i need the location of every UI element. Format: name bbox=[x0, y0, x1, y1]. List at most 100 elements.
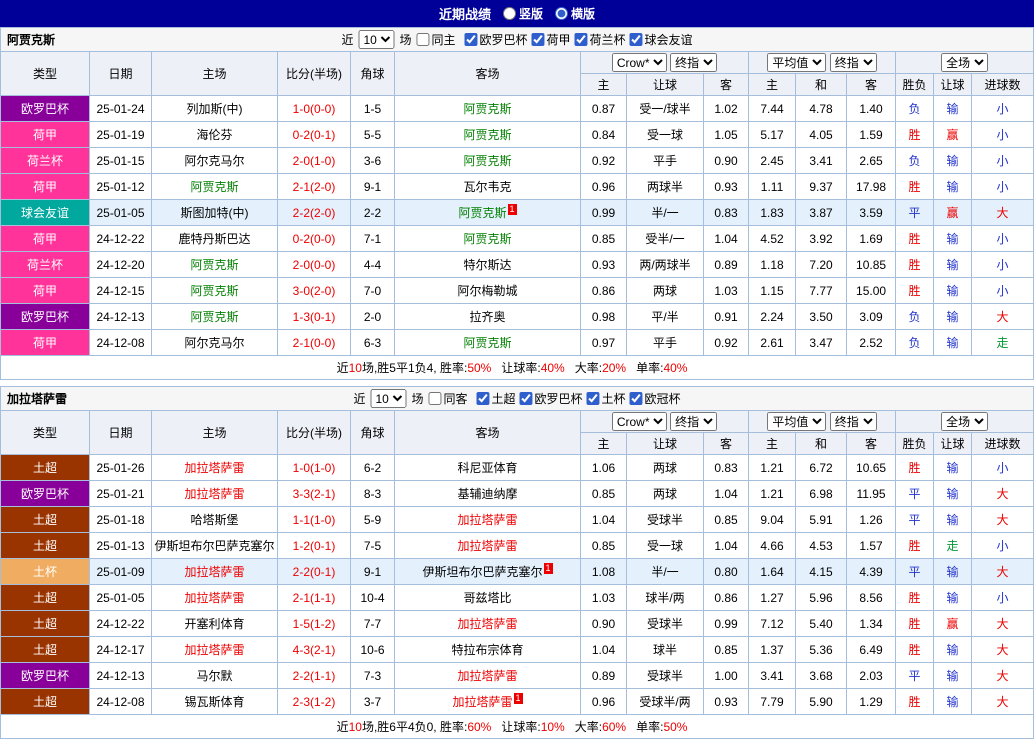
match-date: 24-12-08 bbox=[90, 330, 152, 356]
same-venue-label: 同主 bbox=[431, 31, 455, 48]
avg-home: 7.12 bbox=[749, 611, 796, 637]
avg-draw: 3.87 bbox=[796, 200, 847, 226]
competition-filter[interactable]: 土超 bbox=[476, 390, 515, 407]
home-team: 阿贾克斯 bbox=[152, 304, 278, 330]
summary-stat-value: 50% bbox=[467, 361, 491, 375]
competition-filter[interactable]: 球会友谊 bbox=[630, 31, 693, 48]
average-select[interactable]: 平均值 bbox=[767, 53, 826, 72]
same-venue-filter[interactable]: 同主 bbox=[416, 31, 455, 48]
match-date: 25-01-21 bbox=[90, 481, 152, 507]
match-count-select[interactable]: 10 bbox=[358, 30, 394, 49]
competition-filter[interactable]: 土杯 bbox=[587, 390, 626, 407]
competition-checkbox[interactable] bbox=[532, 33, 545, 46]
handicap-line: 两球 bbox=[627, 278, 704, 304]
match-date: 24-12-20 bbox=[90, 252, 152, 278]
avg-home: 1.64 bbox=[749, 559, 796, 585]
bookmaker-select[interactable]: Crow* bbox=[612, 53, 667, 72]
competition-checkbox[interactable] bbox=[630, 392, 643, 405]
competition-filter[interactable]: 欧冠杯 bbox=[630, 390, 681, 407]
match-row: 欧罗巴杯25-01-24列加斯(中)1-0(0-0)1-5阿贾克斯0.87受一/… bbox=[1, 96, 1034, 122]
score-halftime: 2-0(1-0) bbox=[278, 148, 351, 174]
layout-radio-vertical-input[interactable] bbox=[503, 7, 516, 20]
competition-checkbox[interactable] bbox=[476, 392, 489, 405]
avg-home: 4.66 bbox=[749, 533, 796, 559]
sub-header-avg-draw: 和 bbox=[796, 74, 847, 96]
result-winloss: 平 bbox=[896, 481, 934, 507]
away-team-name: 阿贾克斯 bbox=[463, 128, 511, 142]
score-halftime: 2-2(0-1) bbox=[278, 559, 351, 585]
competition-type: 土超 bbox=[1, 611, 90, 637]
competition-filter[interactable]: 荷甲 bbox=[532, 31, 571, 48]
competition-checkbox[interactable] bbox=[464, 33, 477, 46]
layout-radio-horizontal-label: 横版 bbox=[571, 5, 595, 22]
result-winloss: 平 bbox=[896, 559, 934, 585]
result-winloss: 胜 bbox=[896, 252, 934, 278]
competition-filter[interactable]: 荷兰杯 bbox=[575, 31, 626, 48]
average-stage-select[interactable]: 终指 bbox=[830, 412, 877, 431]
match-date: 25-01-18 bbox=[90, 507, 152, 533]
result-goals: 小 bbox=[972, 278, 1034, 304]
red-card-badge: 1 bbox=[508, 204, 517, 215]
away-team-name: 阿贾克斯 bbox=[463, 154, 511, 168]
avg-home: 1.15 bbox=[749, 278, 796, 304]
match-row: 欧罗巴杯24-12-13马尔默2-2(1-1)7-3加拉塔萨雷0.89受球半1.… bbox=[1, 663, 1034, 689]
home-team-name: 阿贾克斯 bbox=[190, 258, 238, 272]
competition-checkbox[interactable] bbox=[587, 392, 600, 405]
sub-header-handicap: 让球 bbox=[627, 74, 704, 96]
same-venue-checkbox[interactable] bbox=[416, 33, 429, 46]
odds-away: 0.85 bbox=[704, 637, 749, 663]
bookmaker-select[interactable]: Crow* bbox=[612, 412, 667, 431]
competition-filter[interactable]: 欧罗巴杯 bbox=[464, 31, 527, 48]
competition-checkbox[interactable] bbox=[520, 392, 533, 405]
team-section: 阿贾克斯 近 10 场 同主 欧罗巴杯荷甲荷兰杯球会友谊 bbox=[0, 27, 1034, 380]
avg-home: 1.37 bbox=[749, 637, 796, 663]
average-select[interactable]: 平均值 bbox=[767, 412, 826, 431]
summary-prefix: 近 bbox=[337, 361, 349, 375]
odds-bookmaker-group: Crow* 终指 bbox=[581, 52, 749, 74]
away-team-name: 伊斯坦布尔巴萨克塞尔 bbox=[422, 565, 542, 579]
match-row: 欧罗巴杯25-01-21加拉塔萨雷3-3(2-1)8-3基辅迪纳摩0.85两球1… bbox=[1, 481, 1034, 507]
competition-filter[interactable]: 欧罗巴杯 bbox=[520, 390, 583, 407]
match-date: 24-12-17 bbox=[90, 637, 152, 663]
result-scope-group: 全场 bbox=[896, 52, 1034, 74]
result-goals: 大 bbox=[972, 559, 1034, 585]
layout-radio-vertical[interactable]: 竖版 bbox=[503, 5, 543, 22]
result-goals: 大 bbox=[972, 304, 1034, 330]
competition-checkbox[interactable] bbox=[630, 33, 643, 46]
layout-radio-horizontal[interactable]: 横版 bbox=[555, 5, 595, 22]
odds-stage-select[interactable]: 终指 bbox=[670, 53, 717, 72]
odds-home: 0.99 bbox=[581, 200, 627, 226]
average-stage-select[interactable]: 终指 bbox=[830, 53, 877, 72]
filter-suffix: 场 bbox=[399, 31, 411, 48]
same-venue-filter[interactable]: 同客 bbox=[428, 390, 467, 407]
sub-header-avg-away: 客 bbox=[847, 74, 896, 96]
corners: 9-1 bbox=[351, 559, 395, 585]
layout-radio-horizontal-input[interactable] bbox=[555, 7, 568, 20]
avg-draw: 4.15 bbox=[796, 559, 847, 585]
same-venue-checkbox[interactable] bbox=[428, 392, 441, 405]
odds-stage-select[interactable]: 终指 bbox=[670, 412, 717, 431]
filter-bar: 近 10 场 同客 土超欧罗巴杯土杯欧冠杯 bbox=[353, 389, 680, 408]
match-row: 土超25-01-26加拉塔萨雷1-0(1-0)6-2科尼亚体育1.06两球0.8… bbox=[1, 455, 1034, 481]
result-scope-group: 全场 bbox=[896, 411, 1034, 433]
result-handicap: 输 bbox=[934, 637, 972, 663]
sections-container: 阿贾克斯 近 10 场 同主 欧罗巴杯荷甲荷兰杯球会友谊 bbox=[0, 27, 1034, 739]
scope-select[interactable]: 全场 bbox=[941, 412, 988, 431]
home-team: 哈塔斯堡 bbox=[152, 507, 278, 533]
competition-checkbox[interactable] bbox=[575, 33, 588, 46]
corners: 4-4 bbox=[351, 252, 395, 278]
match-count-select[interactable]: 10 bbox=[370, 389, 406, 408]
match-date: 24-12-22 bbox=[90, 226, 152, 252]
odds-away: 1.05 bbox=[704, 122, 749, 148]
corners: 2-0 bbox=[351, 304, 395, 330]
summary-stat-label: 单率: bbox=[636, 720, 663, 734]
sub-header-winloss: 胜负 bbox=[896, 433, 934, 455]
scope-select[interactable]: 全场 bbox=[941, 53, 988, 72]
match-row: 荷甲25-01-12阿贾克斯2-1(2-0)9-1瓦尔韦克0.96两球半0.93… bbox=[1, 174, 1034, 200]
col-header-corner: 角球 bbox=[351, 411, 395, 455]
home-team: 马尔默 bbox=[152, 663, 278, 689]
summary-stat-label: 让球率: bbox=[501, 361, 540, 375]
odds-away: 0.92 bbox=[704, 330, 749, 356]
score-halftime: 2-2(1-1) bbox=[278, 663, 351, 689]
competition-type: 荷兰杯 bbox=[1, 252, 90, 278]
